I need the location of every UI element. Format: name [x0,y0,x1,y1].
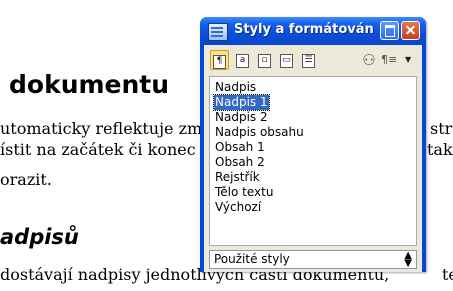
styles-list[interactable]: Nadpis Nadpis 1 Nadpis 2 Nadpis obsahu O… [209,76,417,246]
close-button[interactable] [401,21,420,40]
list-styles-icon: ☰ [302,54,315,68]
list-item-selected[interactable]: Nadpis 1 [213,94,270,111]
style-filter-value: Použité styly [214,252,290,266]
document-text: orazit. [0,170,52,189]
dropdown-arrow-icon: ▼ [405,55,412,64]
window-titlebar[interactable]: Styly a formátován [200,17,426,45]
frame-styles-icon: ▫ [258,54,271,68]
character-styles-button[interactable]: a [233,50,252,70]
fill-format-button[interactable]: ⚇ [359,50,379,70]
maximize-button[interactable] [380,21,399,40]
document-text: ístit na začátek či konec [0,140,196,159]
page-styles-button[interactable]: ▭ [277,50,296,70]
document-heading-1: dokumentu [9,70,170,99]
list-item[interactable]: Nadpis 2 [214,110,269,125]
fill-format-icon: ⚇ [362,51,376,69]
document-heading-2: adpisů [0,225,79,249]
list-item[interactable]: Tělo textu [214,185,274,200]
document-text-line: orazit. [0,169,52,191]
document-text-tail: te [442,265,453,284]
document-text-line: utomaticky reflektuje zm str [0,118,452,140]
list-styles-button[interactable]: ☰ [299,50,318,70]
window-client-area: ¶ a ▫ ▭ ☰ ⚇ ¶≡ ▼ Nadpis Nadpis 1 Nadpis … [204,45,422,272]
list-item[interactable]: Výchozí [214,200,262,215]
list-item[interactable]: Obsah 2 [214,155,266,170]
list-item[interactable]: Nadpis obsahu [214,125,305,140]
document-text: utomaticky reflektuje zm [0,119,203,138]
frame-styles-button[interactable]: ▫ [255,50,274,70]
document-text-tail: tak [427,140,453,159]
list-item[interactable]: Rejstřík [214,170,261,185]
new-style-icon: ¶≡ [381,53,398,66]
styles-toolbar: ¶ a ▫ ▭ ☰ ⚇ ¶≡ ▼ [204,45,422,75]
document-text-line: ístit na začátek či konec tak [0,139,453,161]
app-icon [208,23,228,41]
list-item[interactable]: Obsah 1 [214,140,266,155]
list-item[interactable]: Nadpis [214,80,257,95]
paragraph-styles-icon: ¶ [213,55,226,69]
document-text-tail: str [430,119,453,138]
new-style-menu-button[interactable]: ¶≡ ▼ [381,50,411,70]
character-styles-icon: a [236,54,249,68]
page-styles-icon: ▭ [280,54,293,68]
window-title: Styly a formátován [234,22,374,37]
paragraph-styles-button[interactable]: ¶ [210,50,229,70]
styles-formatting-window: Styly a formátován ¶ a ▫ ▭ ☰ ⚇ ¶≡ ▼ Nadp… [200,17,426,272]
style-filter-select[interactable]: Použité styly ▲ ▼ [209,250,417,269]
spin-arrows-icon[interactable]: ▲ ▼ [404,251,412,269]
